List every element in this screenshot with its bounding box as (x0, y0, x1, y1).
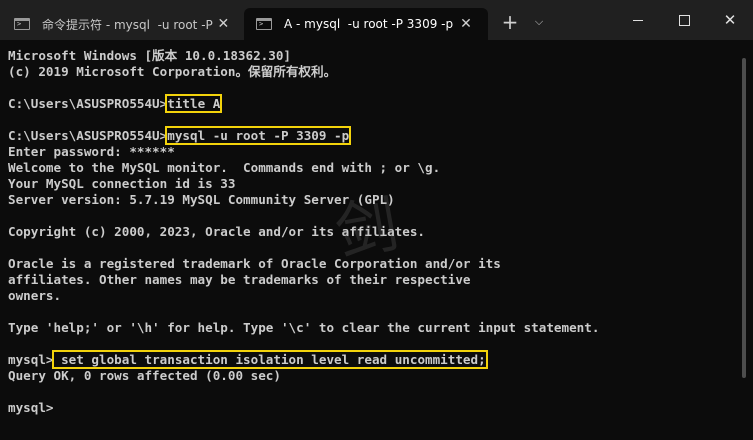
terminal-line: Type 'help;' or '\h' for help. Type '\c'… (8, 320, 600, 335)
tab-label: A - mysql -u root -P 3309 -p (284, 17, 454, 31)
close-icon[interactable]: ✕ (454, 16, 478, 32)
terminal-line: Microsoft Windows [版本 10.0.18362.30] (8, 48, 291, 63)
maximize-icon[interactable] (661, 0, 707, 40)
terminal-line: mysql> set global transaction isolation … (8, 350, 738, 369)
close-icon[interactable]: ✕ (213, 16, 234, 32)
terminal-line: mysql> (8, 400, 54, 415)
terminal-icon (14, 18, 30, 30)
tab-a-mysql[interactable]: A - mysql -u root -P 3309 -p ✕ (244, 8, 488, 40)
highlighted-command: mysql -u root -P 3309 -p (165, 126, 352, 145)
highlighted-command: title A (165, 94, 223, 113)
highlighted-command: set global transaction isolation level r… (51, 350, 488, 369)
terminal-line: owners. (8, 288, 62, 303)
terminal-line: affiliates. Other names may be trademark… (8, 272, 471, 287)
chevron-down-icon[interactable]: ⌵ (528, 8, 550, 36)
tab-cmd-mysql[interactable]: 命令提示符 - mysql -u root -P ✕ (0, 8, 244, 40)
terminal-line: C:\Users\ASUSPRO554U>mysql -u root -P 33… (8, 126, 738, 145)
prompt: mysql> (8, 352, 54, 367)
terminal-line: Welcome to the MySQL monitor. Commands e… (8, 160, 441, 175)
window-close-icon[interactable]: ✕ (707, 0, 753, 40)
prompt: C:\Users\ASUSPRO554U> (8, 96, 168, 111)
terminal-line: (c) 2019 Microsoft Corporation。保留所有权利。 (8, 64, 337, 79)
title-bar: 命令提示符 - mysql -u root -P ✕ A - mysql -u … (0, 0, 753, 40)
scrollbar[interactable] (742, 58, 746, 378)
minimize-icon[interactable] (615, 0, 661, 40)
terminal-line: Enter password: ****** (8, 144, 175, 159)
plus-icon[interactable]: + (496, 8, 524, 36)
terminal-line: Query OK, 0 rows affected (0.00 sec) (8, 368, 281, 383)
tab-label: 命令提示符 - mysql -u root -P (42, 17, 213, 32)
prompt: C:\Users\ASUSPRO554U> (8, 128, 168, 143)
terminal-icon (256, 18, 272, 30)
terminal-line: C:\Users\ASUSPRO554U>title A (8, 94, 738, 113)
